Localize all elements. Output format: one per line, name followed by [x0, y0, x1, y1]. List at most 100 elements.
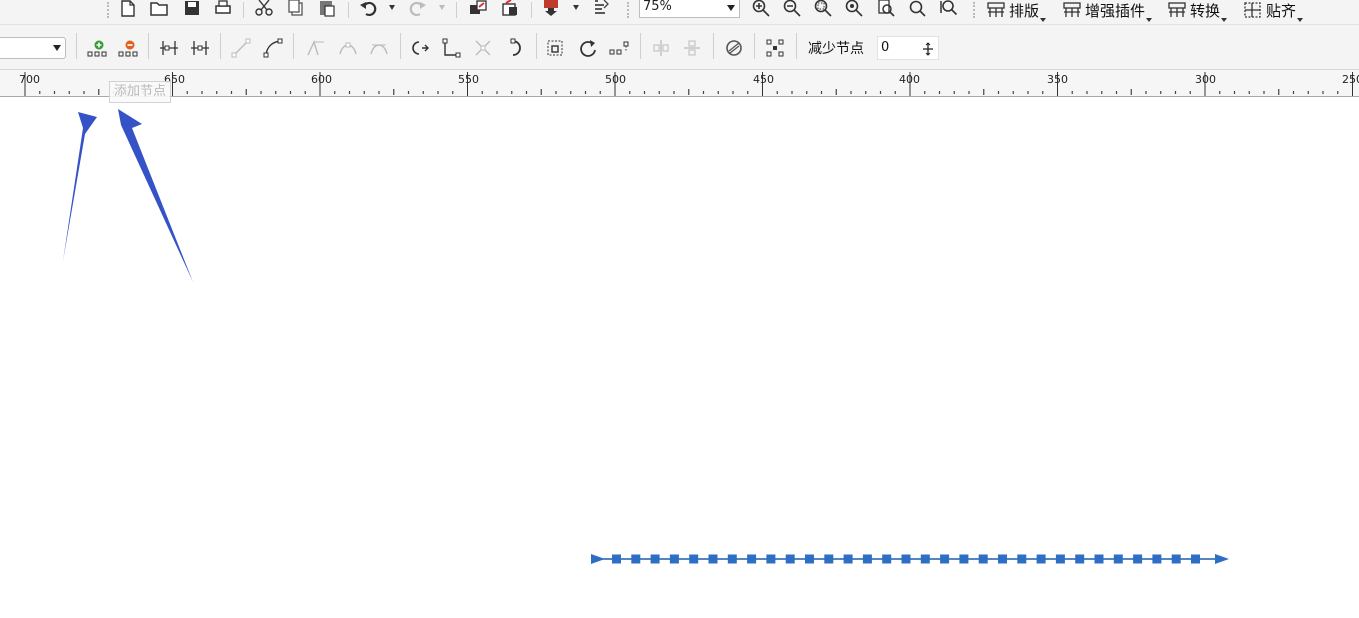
zoom-selected-icon[interactable]	[812, 0, 834, 19]
dropdown-arrow-icon	[1221, 18, 1228, 22]
ruler-label: 300	[1195, 73, 1216, 86]
extend-curve-icon[interactable]	[440, 37, 462, 59]
menu-layout[interactable]: 排版	[986, 0, 1047, 22]
menu-plugins[interactable]: 增强插件	[1062, 0, 1153, 22]
reverse-direction-icon[interactable]	[409, 37, 431, 59]
ruler-label: 500	[605, 73, 626, 86]
ruler-minor-tick	[230, 91, 233, 94]
zoom-level-value: 75%	[643, 0, 672, 14]
options-icon[interactable]	[590, 0, 612, 19]
open-folder-icon[interactable]	[148, 0, 170, 19]
ruler-minor-tick	[1219, 91, 1221, 94]
ruler-minor-tick	[496, 91, 498, 94]
menu-label: 转换	[1190, 1, 1221, 20]
line-dash-segment	[689, 554, 699, 564]
dropdown-arrow-icon	[1146, 18, 1153, 22]
dashed-line-object[interactable]	[591, 554, 1229, 564]
delete-node-icon[interactable]	[117, 37, 139, 59]
reflect-horizontal-icon[interactable]	[650, 37, 672, 59]
ruler-minor-tick	[894, 91, 896, 94]
to-line-icon[interactable]	[230, 37, 252, 59]
ruler-minor-tick	[437, 91, 439, 94]
elastic-mode-icon[interactable]	[723, 37, 745, 59]
ruler-minor-tick	[1174, 91, 1177, 94]
ruler-minor-tick	[555, 91, 557, 94]
join-nodes-icon[interactable]	[158, 37, 180, 59]
reflect-vertical-icon[interactable]	[681, 37, 703, 59]
spinner-arrows-icon[interactable]	[922, 42, 934, 56]
auto-close-icon[interactable]	[504, 37, 526, 59]
ruler-minor-tick	[688, 89, 690, 95]
cusp-node-icon[interactable]	[305, 37, 327, 59]
zoom-width-icon[interactable]	[906, 0, 928, 19]
zoom-all-icon[interactable]	[843, 0, 865, 19]
line-dash-segment	[805, 554, 814, 564]
reduce-nodes-value[interactable]: 0	[881, 40, 889, 55]
ruler-label: 700	[19, 73, 40, 86]
separator	[531, 2, 532, 18]
new-document-icon[interactable]	[117, 0, 139, 19]
ruler-label: 450	[753, 73, 774, 86]
menu-snap[interactable]: 贴齐	[1243, 0, 1304, 22]
line-end-arrowhead	[1215, 554, 1229, 564]
line-dash-segment	[862, 554, 872, 564]
print-icon[interactable]	[212, 0, 234, 19]
copy-icon[interactable]	[285, 0, 307, 19]
rotate-nodes-icon[interactable]	[577, 37, 599, 59]
zoom-height-icon[interactable]	[937, 0, 959, 19]
separator	[456, 2, 457, 18]
toolbar-grip[interactable]	[973, 2, 977, 18]
toolbar-grip[interactable]	[627, 2, 631, 18]
redo-icon[interactable]	[406, 0, 428, 19]
publish-icon[interactable]	[540, 0, 562, 19]
align-nodes-icon[interactable]	[608, 37, 630, 59]
ruler-minor-tick	[1086, 91, 1088, 94]
reduce-nodes-label: 减少节点	[808, 41, 864, 57]
ruler-minor-tick	[452, 91, 454, 94]
line-dash-segment	[901, 554, 911, 564]
ruler-minor-tick	[53, 91, 56, 94]
export-icon[interactable]	[499, 0, 521, 19]
drawing-canvas[interactable]	[0, 97, 1359, 618]
to-curve-icon[interactable]	[262, 37, 284, 59]
ruler-minor-tick	[1027, 91, 1029, 94]
ruler-minor-tick	[1101, 91, 1103, 94]
extract-subpath-icon[interactable]	[472, 37, 494, 59]
paste-icon[interactable]	[316, 0, 338, 19]
undo-dropdown-arrow-icon[interactable]	[389, 5, 395, 10]
ruler-minor-tick	[83, 91, 85, 94]
zoom-in-icon[interactable]	[750, 0, 772, 19]
select-all-nodes-icon[interactable]	[764, 37, 786, 59]
menu-convert[interactable]: 转换	[1167, 0, 1228, 22]
import-icon[interactable]	[467, 0, 489, 19]
ruler-minor-tick	[1042, 91, 1044, 94]
symmetrical-node-icon[interactable]	[368, 37, 390, 59]
line-dash-segment	[843, 554, 853, 564]
zoom-page-icon[interactable]	[875, 0, 897, 19]
line-dash-segment	[785, 554, 795, 564]
ruler-label: 250	[1342, 73, 1359, 86]
selection-mode-select[interactable]	[0, 37, 66, 59]
cut-icon[interactable]	[253, 0, 275, 19]
add-node-icon[interactable]	[86, 37, 108, 59]
smooth-node-icon[interactable]	[337, 37, 359, 59]
stretch-nodes-icon[interactable]	[545, 37, 567, 59]
redo-dropdown-arrow-icon[interactable]	[439, 5, 445, 10]
zoom-out-icon[interactable]	[781, 0, 803, 19]
ruler-minor-tick	[98, 89, 100, 95]
standard-toolbar: 75% 排版 增强插件 转换 贴齐	[0, 0, 1359, 25]
ruler-minor-tick	[865, 91, 867, 94]
save-icon[interactable]	[181, 0, 203, 19]
node-property-bar: 减少节点 0	[0, 25, 1359, 70]
ruler-minor-tick	[1263, 91, 1265, 94]
reduce-nodes-spinner[interactable]: 0	[877, 36, 939, 60]
toolbar-grip[interactable]	[107, 2, 111, 18]
publish-dropdown-arrow-icon[interactable]	[573, 5, 579, 10]
zoom-level-select[interactable]: 75%	[639, 0, 740, 18]
break-curve-icon[interactable]	[189, 37, 211, 59]
line-dash-segment	[708, 554, 718, 564]
horizontal-ruler[interactable]: 700 650 600 550 500 450 400 350 300 250	[0, 70, 1359, 97]
undo-icon[interactable]	[358, 0, 380, 19]
line-dash-segment	[940, 554, 950, 564]
ruler-minor-tick	[1337, 91, 1339, 94]
